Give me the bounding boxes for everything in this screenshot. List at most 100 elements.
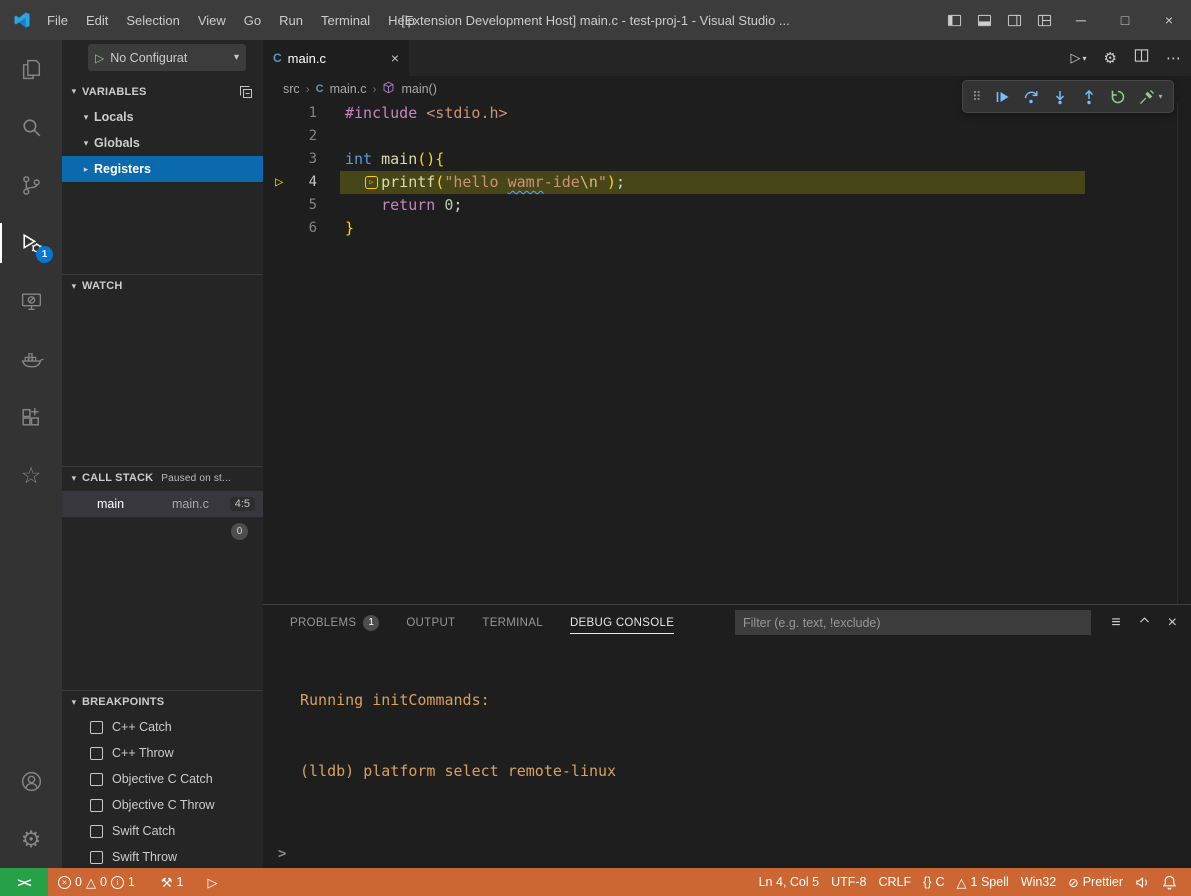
- console-input-prompt[interactable]: >: [278, 846, 286, 862]
- activitybar-account[interactable]: [0, 752, 62, 810]
- breakpoint-cpp-throw[interactable]: C++ Throw: [62, 740, 263, 766]
- more-actions-icon[interactable]: ⋯: [1166, 49, 1181, 67]
- tab-problems[interactable]: PROBLEMS 1: [290, 611, 379, 636]
- menu-edit[interactable]: Edit: [77, 7, 117, 33]
- disconnect-button[interactable]: [1139, 89, 1155, 105]
- line-number: 6: [263, 217, 317, 240]
- filter-lines-icon[interactable]: ≡: [1111, 614, 1120, 632]
- activitybar-source-control[interactable]: [0, 156, 62, 214]
- breakpoint-objc-catch[interactable]: Objective C Catch: [62, 766, 263, 792]
- activitybar-remote-explorer[interactable]: [0, 272, 62, 330]
- console-line: Running initCommands:: [300, 689, 1171, 713]
- checkbox[interactable]: [90, 825, 103, 838]
- start-debug-icon[interactable]: ▷: [95, 51, 104, 65]
- spell-checker-status[interactable]: △ 1 Spell: [951, 868, 1015, 896]
- step-out-button[interactable]: [1081, 89, 1097, 105]
- chevron-down-icon: ▾: [78, 138, 94, 149]
- menu-run[interactable]: Run: [270, 7, 312, 33]
- breakpoint-objc-throw[interactable]: Objective C Throw: [62, 792, 263, 818]
- watch-section-header[interactable]: ▾ WATCH: [62, 274, 263, 297]
- step-into-button[interactable]: [1052, 89, 1068, 105]
- call-stack-frame[interactable]: main main.c 4:5: [62, 491, 263, 517]
- tab-main-c[interactable]: C main.c ×: [263, 40, 409, 76]
- scope-label: Registers: [94, 162, 151, 176]
- menu-view[interactable]: View: [189, 7, 235, 33]
- info-icon: i: [111, 876, 124, 889]
- announcement-status[interactable]: [1129, 868, 1156, 896]
- menu-selection[interactable]: Selection: [117, 7, 188, 33]
- breakpoint-swift-catch[interactable]: Swift Catch: [62, 818, 263, 844]
- toggle-secondary-sidebar-icon[interactable]: [999, 0, 1029, 40]
- step-over-button[interactable]: [1023, 89, 1039, 105]
- continue-button[interactable]: [994, 89, 1010, 105]
- menu-go[interactable]: Go: [235, 7, 270, 33]
- drag-grip-icon[interactable]: ⠿: [972, 89, 981, 105]
- slash-circle-icon: ⊘: [1068, 875, 1078, 890]
- menu-file[interactable]: File: [38, 7, 77, 33]
- menu-terminal[interactable]: Terminal: [312, 7, 379, 33]
- maximize-button[interactable]: □: [1103, 0, 1147, 40]
- activitybar-run-debug[interactable]: 1: [0, 214, 62, 272]
- editor-scrollbar[interactable]: [1177, 102, 1191, 604]
- checkbox[interactable]: [90, 773, 103, 786]
- cursor-position[interactable]: Ln 4, Col 5: [753, 868, 825, 896]
- run-or-debug-button[interactable]: ▷ ▾: [1071, 50, 1087, 66]
- variables-section-header[interactable]: ▾ VARIABLES: [62, 80, 263, 103]
- activitybar-extensions[interactable]: [0, 388, 62, 446]
- tab-output[interactable]: OUTPUT: [406, 613, 455, 634]
- encoding-indicator[interactable]: UTF-8: [825, 868, 872, 896]
- close-panel-icon[interactable]: ×: [1168, 614, 1177, 632]
- call-stack-section-header[interactable]: ▾ CALL STACK Paused on st...: [62, 466, 263, 489]
- checkbox[interactable]: [90, 721, 103, 734]
- activitybar-settings[interactable]: ⚙: [0, 810, 62, 868]
- breadcrumb-file[interactable]: main.c: [330, 82, 367, 96]
- customize-layout-icon[interactable]: [1029, 0, 1059, 40]
- breadcrumb-symbol[interactable]: main(): [401, 82, 436, 96]
- variables-scope-registers[interactable]: ▸ Registers: [62, 156, 263, 182]
- remote-indicator[interactable]: ><: [0, 868, 48, 896]
- restart-button[interactable]: [1110, 89, 1126, 105]
- variables-scope-globals[interactable]: ▾ Globals: [62, 130, 263, 156]
- checkbox[interactable]: [90, 851, 103, 864]
- checkbox[interactable]: [90, 747, 103, 760]
- problems-status[interactable]: × 0 △ 0 i 1: [52, 868, 141, 896]
- breakpoint-cpp-catch[interactable]: C++ Catch: [62, 714, 263, 740]
- tasks-status[interactable]: ⚒ 1: [155, 868, 190, 896]
- debug-console-output[interactable]: Running initCommands: (lldb) platform se…: [263, 642, 1171, 832]
- collapse-all-icon[interactable]: [239, 85, 253, 99]
- activitybar-explorer[interactable]: [0, 40, 62, 98]
- breakpoints-section-header[interactable]: ▾ BREAKPOINTS: [62, 690, 263, 713]
- platform-indicator[interactable]: Win32: [1015, 868, 1062, 896]
- chevron-down-icon[interactable]: ▾: [1159, 92, 1163, 101]
- code-line-4-current: ▷ 4 ▷ printf("hello wamr-ide\n");: [263, 171, 1191, 194]
- tab-debug-console[interactable]: DEBUG CONSOLE: [570, 613, 674, 634]
- bell-icon: [1162, 875, 1177, 890]
- activitybar-docker[interactable]: [0, 330, 62, 388]
- activitybar-bottom: ⚙: [0, 752, 62, 868]
- language-mode[interactable]: {} C: [917, 868, 950, 896]
- breakpoint-swift-throw[interactable]: Swift Throw: [62, 844, 263, 868]
- title-bar: File Edit Selection View Go Run Terminal…: [0, 0, 1191, 40]
- toggle-panel-icon[interactable]: [969, 0, 999, 40]
- toggle-sidebar-icon[interactable]: [939, 0, 969, 40]
- debug-config-dropdown[interactable]: ▷ No Configurat ▾: [88, 44, 246, 71]
- console-filter-input[interactable]: [735, 610, 1091, 635]
- activitybar-favorites[interactable]: ☆: [0, 446, 62, 504]
- eol-indicator[interactable]: CRLF: [873, 868, 918, 896]
- code-editor[interactable]: 1 #include <stdio.h> 2 3 int main(){ ▷ 4…: [263, 102, 1191, 604]
- variables-scope-locals[interactable]: ▾ Locals: [62, 104, 263, 130]
- split-editor-icon[interactable]: [1134, 48, 1149, 68]
- debug-status[interactable]: ▷: [201, 868, 223, 896]
- close-button[interactable]: ×: [1147, 0, 1191, 40]
- notifications-status[interactable]: [1156, 868, 1183, 896]
- tab-ter minal[interactable]: TERMINAL: [482, 613, 543, 634]
- activitybar-search[interactable]: [0, 98, 62, 156]
- minimize-button[interactable]: ─: [1059, 0, 1103, 40]
- formatter-status[interactable]: ⊘ Prettier: [1062, 868, 1129, 896]
- settings-gear-icon[interactable]: ⚙: [1104, 49, 1117, 67]
- checkbox[interactable]: [90, 799, 103, 812]
- token: <stdio.h>: [426, 104, 507, 122]
- close-tab-icon[interactable]: ×: [391, 50, 399, 66]
- maximize-panel-icon[interactable]: [1138, 614, 1151, 632]
- breadcrumb-src[interactable]: src: [283, 82, 300, 96]
